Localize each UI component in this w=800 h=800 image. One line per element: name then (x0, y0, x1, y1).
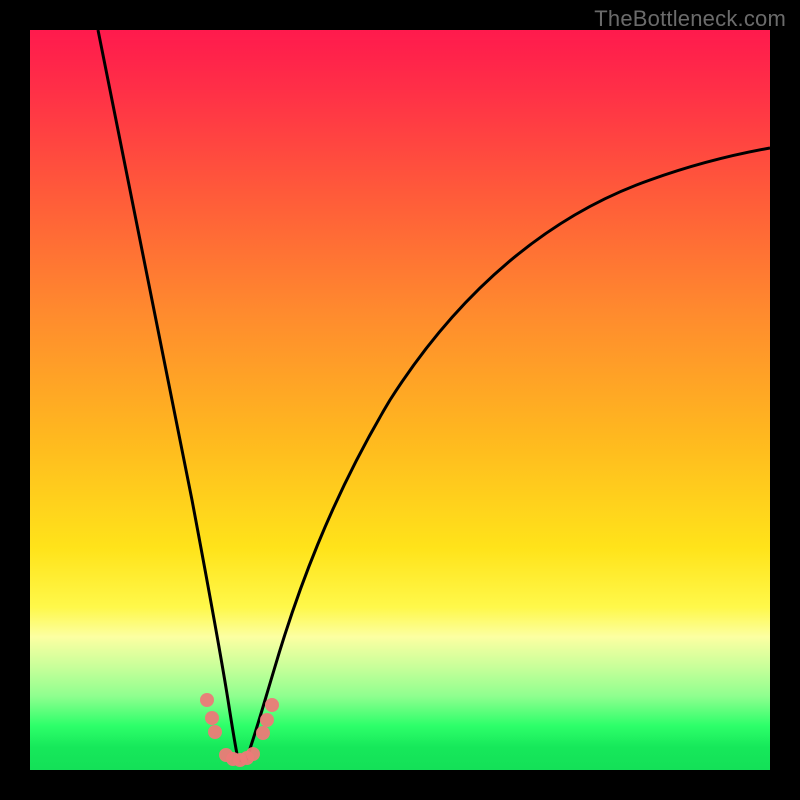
marker-dot (200, 693, 214, 707)
marker-dot (246, 747, 260, 761)
marker-cluster (200, 693, 279, 767)
plot-area (30, 30, 770, 770)
marker-dot (205, 711, 219, 725)
curve-left-branch (98, 30, 238, 759)
bottleneck-curve (30, 30, 770, 770)
curve-right-branch (246, 148, 770, 760)
marker-dot (256, 726, 270, 740)
outer-frame: TheBottleneck.com (0, 0, 800, 800)
marker-dot (265, 698, 279, 712)
marker-dot (208, 725, 222, 739)
watermark-text: TheBottleneck.com (594, 6, 786, 32)
marker-dot (260, 713, 274, 727)
